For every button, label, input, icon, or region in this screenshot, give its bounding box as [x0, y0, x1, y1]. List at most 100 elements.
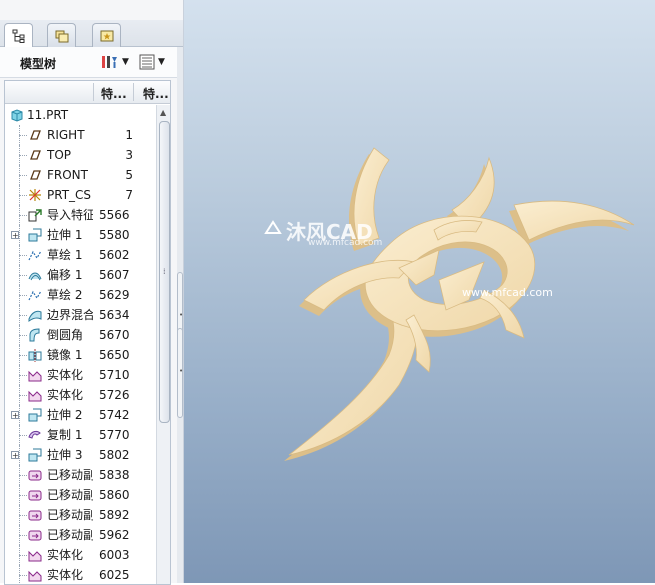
tree-item-feature-id: 5742: [99, 408, 130, 422]
tree-item-feature-id: 5770: [99, 428, 130, 442]
tree-guide-line: [19, 255, 27, 257]
part-icon: [11, 109, 23, 122]
column-header-feature-id[interactable]: 特...: [101, 85, 127, 102]
tree-item-label: 导入特征: [47, 208, 93, 222]
copy-icon: [28, 430, 41, 439]
tree-item-feature-id: 5602: [99, 248, 130, 262]
tree-guide-line: [19, 535, 27, 537]
tree-item[interactable]: 边界混合 5634: [5, 305, 155, 325]
tree-guide-line: [19, 555, 27, 557]
tree-item[interactable]: 实体化 5710: [5, 365, 155, 385]
tree-columns-button[interactable]: ▼: [139, 53, 165, 71]
coordinate-system-icon: [29, 189, 41, 201]
tree-item[interactable]: FRONT 5: [5, 165, 155, 185]
navigator-panel: 模型树 ▼ ▼ 特... 特... 11.PRT RIGHT 1 TOP 3 F…: [0, 0, 184, 585]
tree-guide-line: [19, 445, 21, 465]
tree-guide-line: [19, 195, 27, 197]
tree-guide-line: [19, 475, 27, 477]
tree-guide-line: [19, 215, 27, 217]
tree-guide-line: [19, 395, 27, 397]
tab-model-tree[interactable]: [4, 23, 33, 48]
tree-item[interactable]: 实体化 6025: [5, 565, 155, 584]
folder-browser-icon: [55, 30, 68, 42]
tree-item[interactable]: 已移动副本 5860: [5, 485, 155, 505]
scrollbar-thumb[interactable]: ⁞: [159, 121, 170, 423]
panel-sash[interactable]: • •: [177, 47, 183, 583]
tree-item[interactable]: 复制 1 5770: [5, 425, 155, 445]
tree-item-feature-id: 7: [125, 188, 133, 202]
column-header-feature-type[interactable]: 特...: [143, 85, 169, 102]
tree-item-label: 复制 1: [47, 428, 83, 442]
tree-item[interactable]: 已移动副本 5892: [5, 505, 155, 525]
tree-item[interactable]: 草绘 2 5629: [5, 285, 155, 305]
tree-item-label: RIGHT: [47, 128, 85, 142]
tree-item-feature-id: 3: [125, 148, 133, 162]
moved-copy-icon: [28, 470, 42, 481]
panel-title: 模型树: [20, 57, 57, 71]
tree-item-feature-id: 5607: [99, 268, 130, 282]
tree-item-feature-id: 5566: [99, 208, 130, 222]
extrude-icon: [28, 448, 42, 462]
tree-item-label: FRONT: [47, 168, 88, 182]
tree-scrollbar[interactable]: ▲ ⁞: [156, 105, 170, 584]
moved-copy-icon: [28, 510, 42, 521]
tree-guide-line: [19, 435, 27, 437]
solidify-icon: [28, 390, 42, 402]
tree-item-label: 已移动副本: [47, 508, 93, 522]
tab-favorites[interactable]: [92, 23, 121, 47]
tab-folder-browser[interactable]: [47, 23, 76, 47]
tree-settings-button[interactable]: ▼: [101, 53, 129, 71]
tree-item[interactable]: 实体化 5726: [5, 385, 155, 405]
tree-guide-line: [19, 495, 27, 497]
tree-item[interactable]: + 拉伸 1 5580: [5, 225, 155, 245]
tree-item[interactable]: 偏移 1 5607: [5, 265, 155, 285]
expand-icon[interactable]: +: [11, 411, 19, 420]
watermark-url-small: www.mfcad.com: [308, 238, 383, 248]
tree-guide-line: [19, 405, 21, 425]
tree-settings-icon: [102, 56, 117, 68]
expand-icon[interactable]: +: [11, 451, 19, 460]
scroll-up-icon[interactable]: ▲: [160, 108, 166, 117]
tree-rows: 11.PRT RIGHT 1 TOP 3 FRONT 5 PRT_CS 7 导入特征 5566 + 拉…: [5, 105, 155, 584]
tree-item[interactable]: 镜像 1 5650: [5, 345, 155, 365]
tree-item[interactable]: 已移动副本 5962: [5, 525, 155, 545]
boundary-blend-icon: [28, 310, 42, 322]
tree-item[interactable]: 倒圆角 5670: [5, 325, 155, 345]
tree-item-label: 实体化: [47, 388, 84, 402]
tree-item[interactable]: 草绘 1 5602: [5, 245, 155, 265]
datum-plane-icon: [30, 150, 41, 160]
tree-item-label: 实体化: [47, 548, 84, 562]
tree-item[interactable]: TOP 3: [5, 145, 155, 165]
sash-handle-bottom[interactable]: •: [177, 328, 183, 418]
moved-copy-icon: [28, 490, 42, 501]
tree-item[interactable]: + 拉伸 3 5802: [5, 445, 155, 465]
round-icon: [29, 328, 40, 342]
tree-item-feature-id: 5962: [99, 528, 130, 542]
tree-item[interactable]: 已移动副本 5838: [5, 465, 155, 485]
tree-root[interactable]: 11.PRT: [5, 105, 155, 125]
tree-guide-line: [19, 575, 27, 577]
tree-item-label: 已移动副本: [47, 528, 93, 542]
extrude-icon: [28, 228, 42, 242]
graphics-window[interactable]: 沐风CAD www.mfcad.com www.mfcad.com: [184, 0, 655, 583]
tree-item[interactable]: PRT_CS 7: [5, 185, 155, 205]
tree-toolbar: 模型树 ▼ ▼: [0, 47, 183, 78]
model-top-faces: [288, 147, 635, 456]
column-divider[interactable]: [133, 83, 134, 101]
tree-item[interactable]: 实体化 6003: [5, 545, 155, 565]
tree-item[interactable]: RIGHT 1: [5, 125, 155, 145]
column-divider[interactable]: [93, 83, 94, 101]
part-model-render: [284, 147, 635, 461]
tree-item-label: 已移动副本: [47, 488, 93, 502]
grip-icon: •: [179, 311, 184, 319]
tree-header: 特... 特...: [5, 81, 170, 104]
tree-item[interactable]: + 拉伸 2 5742: [5, 405, 155, 425]
tree-item-label: 倒圆角: [47, 328, 84, 342]
tree-item-label: 拉伸 2: [47, 408, 83, 422]
import-feature-icon: [28, 209, 42, 222]
chevron-down-icon: ▼: [158, 57, 165, 67]
tree-item[interactable]: 导入特征 5566: [5, 205, 155, 225]
tree-guide-line: [19, 275, 27, 277]
tree-root-label: 11.PRT: [27, 108, 69, 122]
expand-icon[interactable]: +: [11, 231, 19, 240]
